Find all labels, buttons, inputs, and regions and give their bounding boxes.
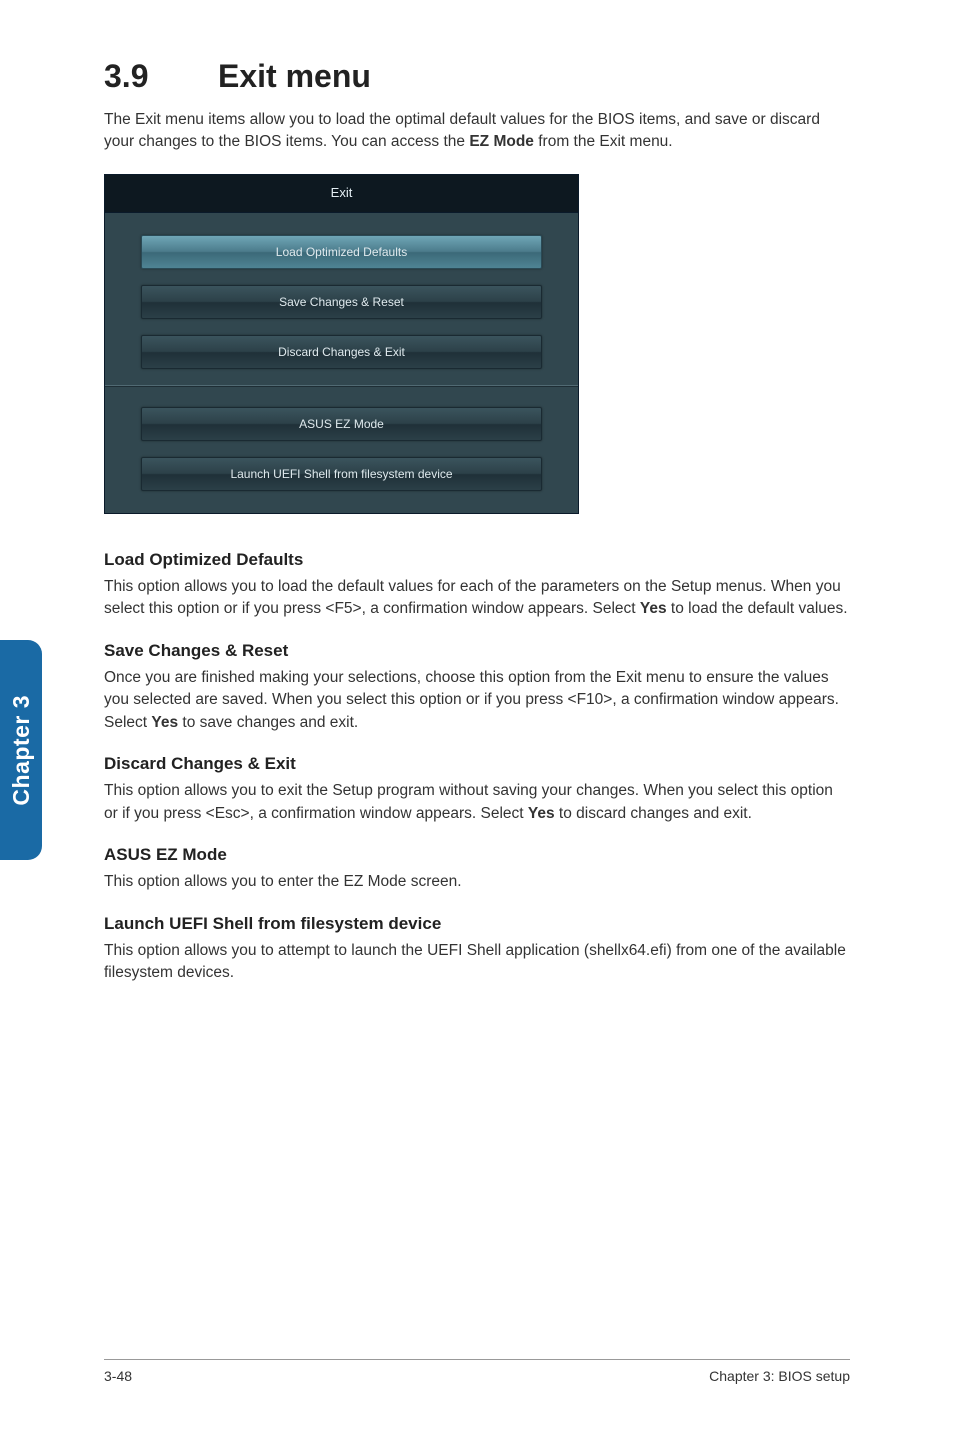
intro-text-c: from the Exit menu. [534,133,673,150]
section-text: to discard changes and exit. [555,805,752,822]
sections: Load Optimized Defaults This option allow… [104,550,850,985]
section-paragraph: This option allows you to exit the Setup… [104,780,850,825]
exit-menu-screenshot: Exit Load Optimized Defaults Save Change… [104,174,579,514]
section-text: This option allows you to enter the EZ M… [104,873,462,890]
chapter-side-tab: Chapter 3 [0,640,42,860]
section-heading: Load Optimized Defaults [104,550,850,570]
menu-item-save-changes-reset[interactable]: Save Changes & Reset [141,285,542,319]
section-text: to load the default values. [667,600,848,617]
section-heading: Save Changes & Reset [104,641,850,661]
section-paragraph: This option allows you to attempt to lau… [104,940,850,985]
menu-item-load-optimized-defaults[interactable]: Load Optimized Defaults [141,235,542,269]
intro-paragraph: The Exit menu items allow you to load th… [104,109,850,154]
menu-title: Exit [105,175,578,213]
menu-item-asus-ez-mode[interactable]: ASUS EZ Mode [141,407,542,441]
section-bold-text: Yes [151,714,178,731]
intro-text-bold: EZ Mode [469,133,534,150]
section-heading: Discard Changes & Exit [104,754,850,774]
section-heading: ASUS EZ Mode [104,845,850,865]
section-bold-text: Yes [640,600,667,617]
intro-text-a: The Exit menu items allow you to load th… [104,111,820,150]
section-paragraph: Once you are finished making your select… [104,667,850,734]
section-bold-text: Yes [528,805,555,822]
menu-item-discard-changes-exit[interactable]: Discard Changes & Exit [141,335,542,369]
section-text: This option allows you to attempt to lau… [104,942,846,981]
page-heading: 3.9Exit menu [104,58,850,95]
page-content: 3.9Exit menu The Exit menu items allow y… [0,0,954,985]
section-text: to save changes and exit. [178,714,358,731]
page-footer: 3-48 Chapter 3: BIOS setup [104,1359,850,1384]
footer-chapter-title: Chapter 3: BIOS setup [709,1368,850,1384]
section-heading: Launch UEFI Shell from filesystem device [104,914,850,934]
menu-body: Load Optimized Defaults Save Changes & R… [105,213,578,513]
section-paragraph: This option allows you to enter the EZ M… [104,871,850,893]
menu-divider [105,385,578,387]
heading-number: 3.9 [104,58,218,95]
section-paragraph: This option allows you to load the defau… [104,576,850,621]
footer-page-number: 3-48 [104,1368,132,1384]
heading-title: Exit menu [218,58,371,94]
chapter-side-label: Chapter 3 [8,695,35,806]
menu-item-launch-uefi-shell[interactable]: Launch UEFI Shell from filesystem device [141,457,542,491]
